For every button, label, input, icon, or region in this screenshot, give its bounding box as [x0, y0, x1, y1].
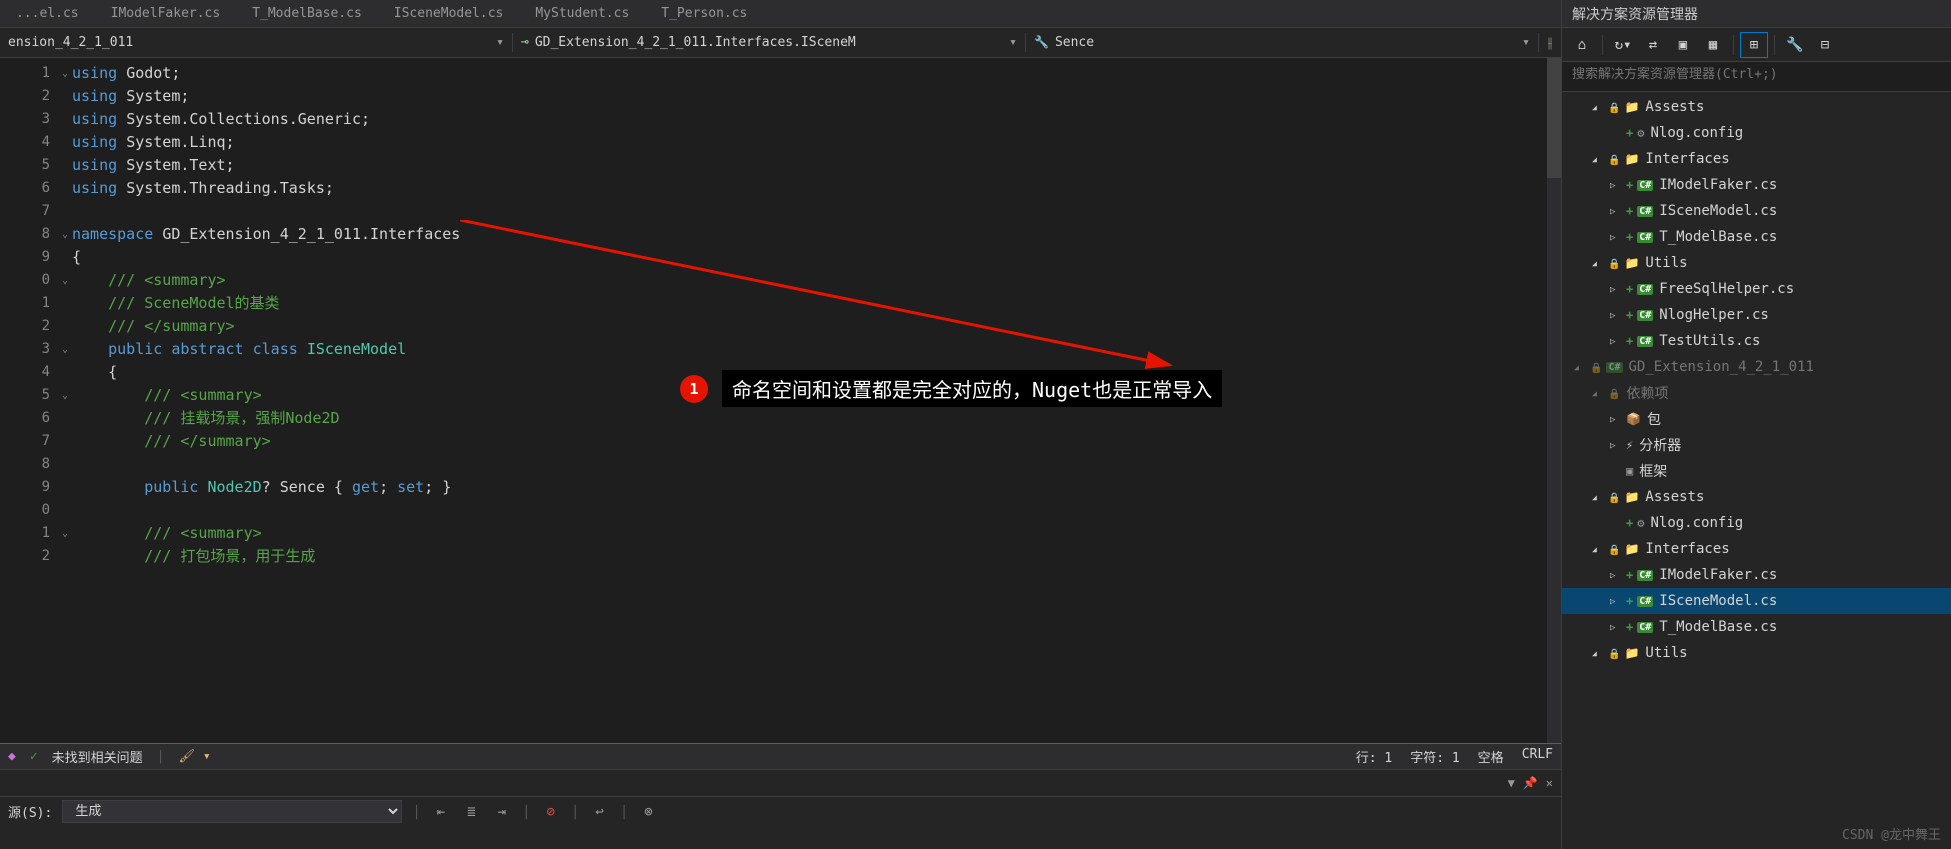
- fold-column[interactable]: ⌄⌄⌄⌄⌄⌄: [58, 58, 72, 743]
- status-char[interactable]: 字符: 1: [1410, 747, 1459, 766]
- tree-item[interactable]: Interfaces: [1562, 536, 1951, 562]
- nav-split-button[interactable]: ⫲: [1539, 35, 1561, 51]
- ok-icon: [30, 749, 38, 764]
- tree-item[interactable]: +C#T_ModelBase.cs: [1562, 224, 1951, 250]
- scrollbar[interactable]: [1547, 58, 1561, 743]
- indent-lines-icon[interactable]: ≣: [461, 802, 481, 822]
- output-panel: ▼ 📌 ✕ 源(S): 生成 | ⇤ ≣ ⇥ | ⊘ | ↩ | ⊗: [0, 769, 1561, 849]
- tree-item[interactable]: Utils: [1562, 250, 1951, 276]
- status-bar: ◆ 未找到相关问题 | 🖌 ▾ 行: 1 字符: 1 空格 CRLF: [0, 743, 1561, 769]
- solution-explorer-title: 解决方案资源管理器: [1562, 0, 1951, 28]
- nav-class-label: GD_Extension_4_2_1_011.Interfaces.IScene…: [535, 35, 856, 50]
- interface-icon: ⊸: [521, 35, 529, 50]
- issues-icon: ◆: [8, 749, 16, 764]
- annotation: 1 命名空间和设置都是完全对应的，Nuget也是正常导入: [680, 370, 1222, 407]
- annotation-badge: 1: [680, 375, 708, 403]
- editor-tabs: ...el.csIModelFaker.csT_ModelBase.csISce…: [0, 0, 1561, 28]
- solution-toolbar: ⌂ ↻▾ ⇄ ▣ ▦ ⊞ 🔧 ⊟: [1562, 28, 1951, 62]
- tree-item[interactable]: Interfaces: [1562, 146, 1951, 172]
- tree-item[interactable]: +C#ISceneModel.cs: [1562, 198, 1951, 224]
- solution-explorer: 解决方案资源管理器 ⌂ ↻▾ ⇄ ▣ ▦ ⊞ 🔧 ⊟ Assests+Nlog.…: [1561, 0, 1951, 849]
- brush-icon[interactable]: 🖌 ▾: [179, 749, 211, 764]
- editor-tab[interactable]: MyStudent.cs: [519, 2, 645, 25]
- properties-icon[interactable]: 🔧: [1781, 32, 1809, 58]
- wrap-icon[interactable]: ↩: [589, 802, 609, 822]
- view-icon[interactable]: ⊞: [1740, 32, 1768, 58]
- chevron-down-icon: ▾: [1009, 35, 1017, 50]
- tree-item[interactable]: +Nlog.config: [1562, 120, 1951, 146]
- history-icon[interactable]: ↻▾: [1609, 32, 1637, 58]
- tree-item[interactable]: Utils: [1562, 640, 1951, 666]
- nav-project-label: ension_4_2_1_011: [8, 35, 133, 50]
- output-source-select[interactable]: 生成: [62, 800, 402, 823]
- line-numbers: 1234567890123456789012: [0, 58, 58, 743]
- tree-item[interactable]: +C#FreeSqlHelper.cs: [1562, 276, 1951, 302]
- tree-item[interactable]: 框架: [1562, 458, 1951, 484]
- status-crlf[interactable]: CRLF: [1522, 747, 1553, 766]
- nav-member-dropdown[interactable]: Sence ▾: [1026, 33, 1539, 52]
- tree-item[interactable]: +C#TestUtils.cs: [1562, 328, 1951, 354]
- tree-item[interactable]: Assests: [1562, 94, 1951, 120]
- nav-class-dropdown[interactable]: ⊸ GD_Extension_4_2_1_011.Interfaces.ISce…: [513, 33, 1026, 52]
- status-line[interactable]: 行: 1: [1356, 747, 1392, 766]
- sync-icon[interactable]: ⇄: [1639, 32, 1667, 58]
- solution-tree[interactable]: Assests+Nlog.configInterfaces+C#IModelFa…: [1562, 92, 1951, 849]
- annotation-text: 命名空间和设置都是完全对应的，Nuget也是正常导入: [722, 370, 1222, 407]
- collapse-icon[interactable]: ⊟: [1811, 32, 1839, 58]
- dropdown-icon[interactable]: ▼: [1508, 776, 1515, 790]
- nav-member-label: Sence: [1055, 35, 1094, 50]
- tree-item[interactable]: +C#IModelFaker.cs: [1562, 172, 1951, 198]
- tree-item[interactable]: 依赖项: [1562, 380, 1951, 406]
- tree-item[interactable]: C#GD_Extension_4_2_1_011: [1562, 354, 1951, 380]
- show-all-icon[interactable]: ▦: [1699, 32, 1727, 58]
- tree-item[interactable]: 包: [1562, 406, 1951, 432]
- home-icon[interactable]: ⌂: [1568, 32, 1596, 58]
- editor-tab[interactable]: T_Person.cs: [645, 2, 763, 25]
- indent-right-icon[interactable]: ⇥: [492, 802, 512, 822]
- tree-item[interactable]: +C#NlogHelper.cs: [1562, 302, 1951, 328]
- tree-item[interactable]: 分析器: [1562, 432, 1951, 458]
- tree-item[interactable]: +C#T_ModelBase.cs: [1562, 614, 1951, 640]
- clear-icon[interactable]: ⊘: [541, 802, 561, 822]
- stop-icon[interactable]: ⊗: [638, 802, 658, 822]
- tree-item[interactable]: +C#IModelFaker.cs: [1562, 562, 1951, 588]
- chevron-down-icon: ▾: [1522, 35, 1530, 50]
- nav-bar: ension_4_2_1_011 ▾ ⊸ GD_Extension_4_2_1_…: [0, 28, 1561, 58]
- status-issues: 未找到相关问题: [52, 747, 143, 766]
- pin-icon[interactable]: 📌: [1523, 776, 1538, 790]
- tree-item[interactable]: +Nlog.config: [1562, 510, 1951, 536]
- search-input[interactable]: [1572, 67, 1941, 82]
- output-source-label: 源(S):: [8, 802, 52, 821]
- chevron-down-icon: ▾: [496, 35, 504, 50]
- tree-item[interactable]: +C#ISceneModel.cs: [1562, 588, 1951, 614]
- editor-tab[interactable]: T_ModelBase.cs: [236, 2, 378, 25]
- tree-item[interactable]: Assests: [1562, 484, 1951, 510]
- status-spaces[interactable]: 空格: [1478, 747, 1504, 766]
- nav-project-dropdown[interactable]: ension_4_2_1_011 ▾: [0, 33, 513, 52]
- solution-search[interactable]: [1562, 62, 1951, 92]
- watermark: CSDN @龙中舞王: [1842, 824, 1941, 843]
- wrench-icon: [1034, 35, 1049, 50]
- editor-tab[interactable]: ...el.cs: [0, 2, 95, 25]
- editor-tab[interactable]: IModelFaker.cs: [95, 2, 237, 25]
- editor-tab[interactable]: ISceneModel.cs: [378, 2, 520, 25]
- save-all-icon[interactable]: ▣: [1669, 32, 1697, 58]
- indent-left-icon[interactable]: ⇤: [431, 802, 451, 822]
- close-icon[interactable]: ✕: [1546, 776, 1553, 790]
